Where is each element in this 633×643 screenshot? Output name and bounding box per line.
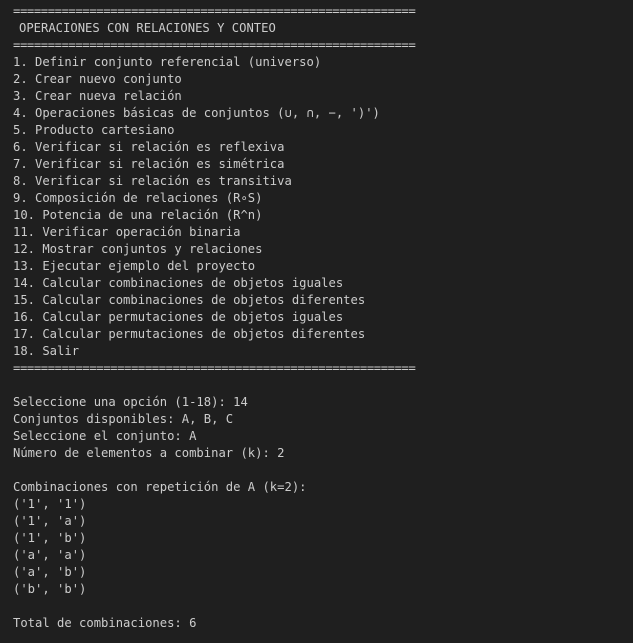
total-line: Total de combinaciones: 6 xyxy=(13,616,197,630)
separator-line: ========================================… xyxy=(13,38,416,52)
separator-line: ========================================… xyxy=(13,4,416,18)
menu-item: 4. Operaciones básicas de conjuntos (∪, … xyxy=(13,106,380,120)
menu-item: 10. Potencia de una relación (R^n) xyxy=(13,208,263,222)
menu-item: 2. Crear nuevo conjunto xyxy=(13,72,182,86)
result-header: Combinaciones con repetición de A (k=2): xyxy=(13,480,307,494)
menu-item: 18. Salir xyxy=(13,344,80,358)
separator-line: ========================================… xyxy=(13,361,416,375)
menu-item: 12. Mostrar conjuntos y relaciones xyxy=(13,242,263,256)
prompt-k: Número de elementos a combinar (k): 2 xyxy=(13,446,285,460)
combination-line: ('a', 'b') xyxy=(13,565,87,579)
menu-item: 7. Verificar si relación es simétrica xyxy=(13,157,285,171)
menu-item: 3. Crear nueva relación xyxy=(13,89,182,103)
menu-item: 5. Producto cartesiano xyxy=(13,123,175,137)
combination-line: ('1', 'a') xyxy=(13,514,87,528)
menu-item: 1. Definir conjunto referencial (univers… xyxy=(13,55,322,69)
menu-item: 16. Calcular permutaciones de objetos ig… xyxy=(13,310,344,324)
terminal-output[interactable]: ========================================… xyxy=(0,0,633,643)
combination-line: ('1', 'b') xyxy=(13,531,87,545)
menu-item: 6. Verificar si relación es reflexiva xyxy=(13,140,285,154)
combination-line: ('1', '1') xyxy=(13,497,87,511)
menu-item: 17. Calcular permutaciones de objetos di… xyxy=(13,327,366,341)
prompt-set: Seleccione el conjunto: A xyxy=(13,429,197,443)
available-sets-line: Conjuntos disponibles: A, B, C xyxy=(13,412,234,426)
menu-item: 8. Verificar si relación es transitiva xyxy=(13,174,292,188)
menu-item: 9. Composición de relaciones (R∘S) xyxy=(13,191,263,205)
combination-line: ('b', 'b') xyxy=(13,582,87,596)
menu-item: 14. Calcular combinaciones de objetos ig… xyxy=(13,276,344,290)
menu-title: OPERACIONES CON RELACIONES Y CONTEO xyxy=(19,21,276,35)
menu-item: 15. Calcular combinaciones de objetos di… xyxy=(13,293,366,307)
menu-item: 13. Ejecutar ejemplo del proyecto xyxy=(13,259,256,273)
prompt-option: Seleccione una opción (1-18): 14 xyxy=(13,395,248,409)
combination-line: ('a', 'a') xyxy=(13,548,87,562)
menu-item: 11. Verificar operación binaria xyxy=(13,225,241,239)
